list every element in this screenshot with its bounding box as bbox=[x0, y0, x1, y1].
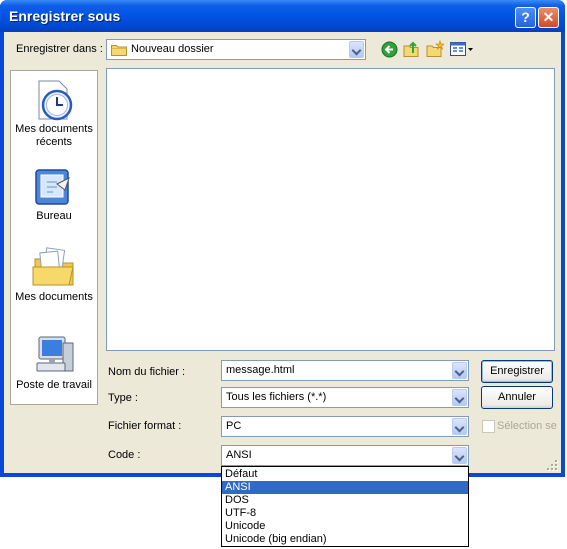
place-label: Poste de travail bbox=[16, 379, 92, 391]
filename-combo[interactable]: message.html bbox=[221, 360, 469, 381]
readonly-checkbox[interactable] bbox=[482, 420, 495, 433]
encoding-label: Code : bbox=[108, 449, 141, 461]
place-my-computer[interactable]: Poste de travail bbox=[11, 333, 97, 392]
new-folder-icon[interactable] bbox=[426, 40, 444, 58]
format-value: PC bbox=[226, 420, 242, 432]
type-combo[interactable]: Tous les fichiers (*.*) bbox=[221, 387, 469, 408]
chevron-down-icon[interactable] bbox=[452, 362, 467, 379]
place-my-documents[interactable]: Mes documents bbox=[11, 243, 97, 304]
chevron-down-icon[interactable] bbox=[452, 389, 467, 406]
recent-documents-icon bbox=[38, 80, 73, 121]
help-button[interactable]: ? bbox=[515, 7, 536, 28]
up-folder-icon[interactable] bbox=[402, 40, 420, 58]
places-bar: Mes documents récents Bureau Mes documen… bbox=[10, 70, 98, 405]
folder-icon bbox=[111, 45, 127, 56]
encoding-dropdown-list: Défaut ANSI DOS UTF-8 Unicode Unicode (b… bbox=[221, 466, 469, 547]
place-label: Mes documents bbox=[15, 291, 93, 303]
cancel-button[interactable]: Annuler bbox=[481, 386, 553, 409]
my-documents-icon bbox=[32, 247, 74, 286]
save-in-label: Enregistrer dans : bbox=[16, 43, 103, 55]
window-title: Enregistrer sous bbox=[9, 8, 121, 24]
save-button[interactable]: Enregistrer bbox=[481, 360, 553, 383]
desktop-icon bbox=[35, 169, 70, 205]
resize-grip-icon[interactable] bbox=[547, 460, 559, 472]
back-arrow-icon[interactable] bbox=[381, 41, 398, 58]
place-label: Bureau bbox=[36, 210, 72, 222]
place-desktop[interactable]: Bureau bbox=[11, 166, 97, 223]
save-in-value: Nouveau dossier bbox=[131, 43, 214, 55]
type-label: Type : bbox=[108, 392, 138, 404]
title-bar[interactable]: Enregistrer sous ? ✕ bbox=[0, 0, 565, 32]
close-button[interactable]: ✕ bbox=[538, 7, 559, 28]
chevron-down-icon[interactable] bbox=[452, 418, 467, 435]
encoding-option[interactable]: Défaut bbox=[222, 468, 468, 481]
view-menu-icon[interactable] bbox=[450, 41, 474, 57]
format-combo[interactable]: PC bbox=[221, 416, 469, 437]
place-label: récents bbox=[35, 136, 73, 148]
filename-value: message.html bbox=[226, 364, 295, 376]
encoding-option[interactable]: ANSI bbox=[222, 481, 468, 494]
encoding-option[interactable]: UTF-8 bbox=[222, 507, 468, 520]
format-label: Fichier format : bbox=[108, 420, 182, 432]
place-label: Mes documents bbox=[15, 123, 93, 135]
encoding-value: ANSI bbox=[226, 449, 252, 461]
filename-label: Nom du fichier : bbox=[108, 366, 186, 378]
place-recent-documents[interactable]: Mes documents récents bbox=[11, 77, 97, 149]
encoding-option[interactable]: Unicode (big endian) bbox=[222, 533, 468, 546]
encoding-option[interactable]: Unicode bbox=[222, 520, 468, 533]
readonly-label: Sélection seu bbox=[497, 420, 557, 432]
chevron-down-icon[interactable] bbox=[452, 447, 467, 464]
file-list[interactable] bbox=[106, 68, 555, 351]
encoding-option[interactable]: DOS bbox=[222, 494, 468, 507]
my-computer-icon bbox=[36, 336, 74, 372]
type-value: Tous les fichiers (*.*) bbox=[226, 391, 327, 403]
encoding-combo[interactable]: ANSI bbox=[221, 445, 469, 466]
chevron-down-icon[interactable] bbox=[349, 41, 364, 58]
save-in-combo[interactable]: Nouveau dossier bbox=[106, 39, 366, 60]
